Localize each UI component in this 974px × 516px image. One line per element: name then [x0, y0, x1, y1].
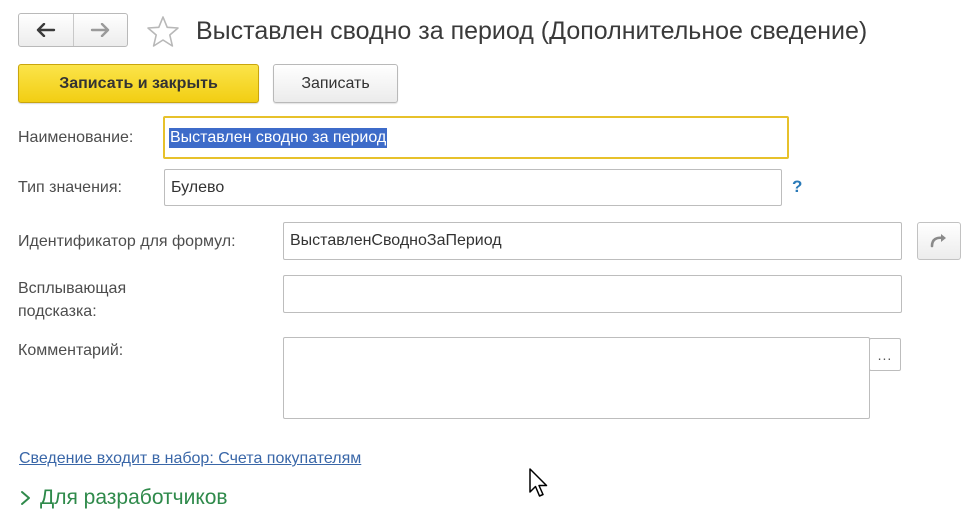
save-button[interactable]: Записать	[273, 64, 398, 103]
comment-label: Комментарий:	[18, 342, 124, 359]
set-membership-link[interactable]: Сведение входит в набор: Счета покупател…	[19, 450, 361, 468]
type-label: Тип значения:	[18, 179, 122, 196]
type-help-link[interactable]: ?	[792, 177, 802, 197]
page-title: Выставлен сводно за период (Дополнительн…	[196, 17, 868, 45]
tooltip-label-line2: подсказка:	[18, 303, 97, 320]
identifier-label: Идентификатор для формул:	[18, 233, 236, 250]
name-input-selected-text: Выставлен сводно за период	[169, 127, 388, 148]
comment-more-button[interactable]: ...	[869, 338, 901, 371]
tooltip-label-line1: Всплывающая	[18, 280, 127, 297]
navigation-group	[18, 13, 128, 47]
arrow-right-icon	[91, 23, 110, 37]
identifier-input[interactable]: ВыставленСводноЗаПериод	[283, 222, 902, 260]
name-input[interactable]: Выставлен сводно за период	[163, 116, 789, 159]
redo-arrow-icon	[930, 234, 946, 248]
chevron-right-icon	[21, 491, 30, 505]
type-value: Булево	[171, 178, 225, 196]
tooltip-input[interactable]	[283, 275, 902, 313]
back-button[interactable]	[19, 14, 73, 46]
type-field[interactable]: Булево	[164, 169, 782, 206]
arrow-left-icon	[36, 23, 55, 37]
forward-button[interactable]	[72, 14, 128, 46]
developers-section-toggle[interactable]: Для разработчиков	[20, 486, 228, 510]
comment-textarea[interactable]	[283, 337, 870, 419]
name-label: Наименование:	[18, 129, 134, 146]
developers-section-label: Для разработчиков	[40, 486, 228, 509]
save-and-close-button[interactable]: Записать и закрыть	[18, 64, 259, 103]
star-icon	[147, 16, 179, 47]
favorite-button[interactable]	[146, 15, 180, 49]
identifier-value: ВыставленСводноЗаПериод	[290, 232, 502, 249]
generate-identifier-button[interactable]	[917, 222, 961, 260]
mouse-cursor-icon	[529, 468, 549, 505]
